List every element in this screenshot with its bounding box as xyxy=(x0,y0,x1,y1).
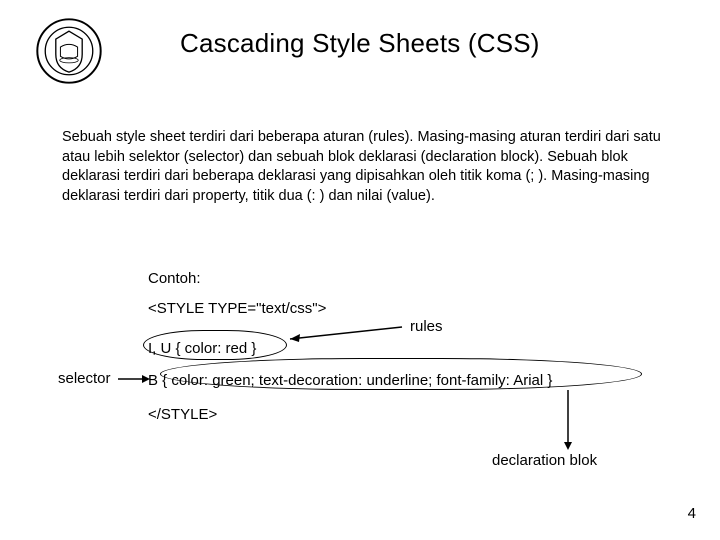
annotation-declaration-label: declaration blok xyxy=(492,452,597,469)
annotation-rules-label: rules xyxy=(410,318,443,335)
example-heading: Contoh: xyxy=(148,270,201,287)
university-crest-logo xyxy=(36,18,102,84)
oval-declaration-highlight xyxy=(160,358,642,390)
annotation-selector-label: selector xyxy=(58,370,111,387)
code-line-1: <STYLE TYPE="text/css"> xyxy=(148,300,326,317)
arrow-declaration xyxy=(560,390,620,450)
body-paragraph: Sebuah style sheet terdiri dari beberapa… xyxy=(62,128,662,206)
arrow-selector xyxy=(118,372,150,386)
page-number: 4 xyxy=(688,505,696,522)
oval-selector-highlight xyxy=(143,330,287,360)
slide-title: Cascading Style Sheets (CSS) xyxy=(180,28,540,59)
arrow-rules xyxy=(290,325,408,347)
code-line-4: </STYLE> xyxy=(148,406,217,423)
